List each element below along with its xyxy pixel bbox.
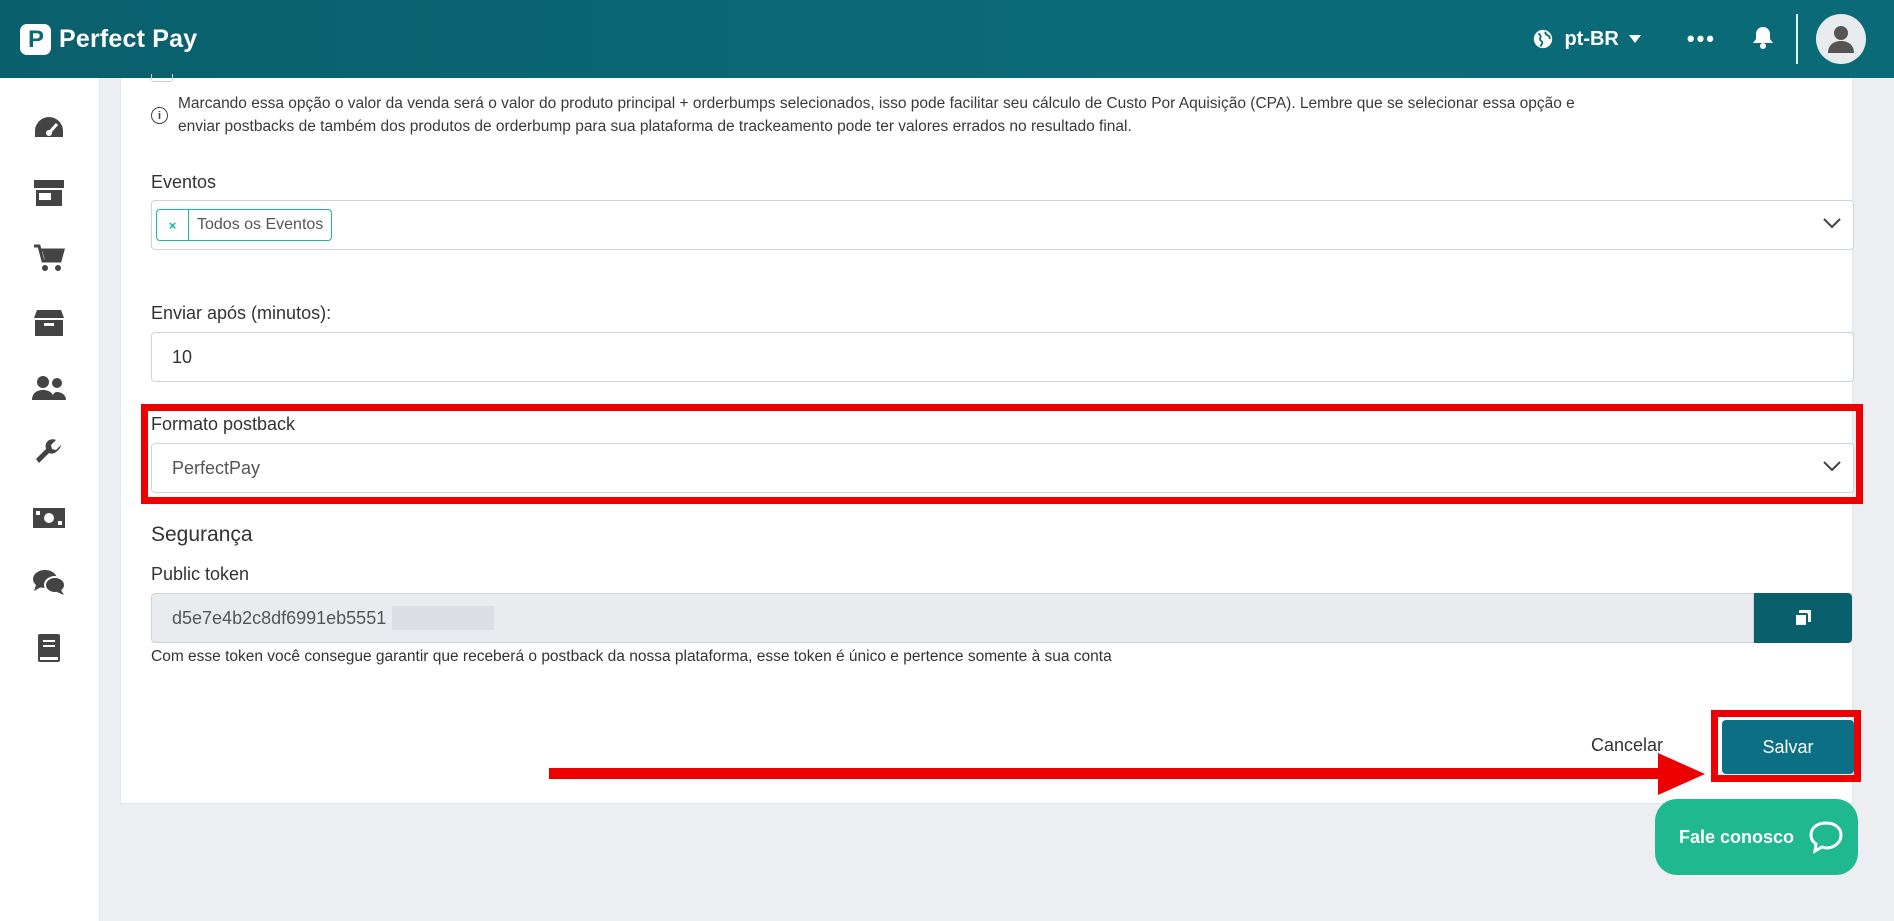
globe-icon [1534,29,1553,49]
annotation-arrow-head [1658,753,1705,795]
cart-icon[interactable] [32,241,66,275]
events-select[interactable]: × Todos os Eventos [151,200,1854,250]
money-icon[interactable] [32,501,66,535]
events-label: Eventos [151,172,217,192]
copy-token-button[interactable] [1754,593,1852,643]
sum-orderbumps-checkbox[interactable] [151,74,173,82]
caret-down-icon [1628,35,1641,43]
delay-label: Enviar após (minutos): [151,303,332,323]
copy-icon [1794,610,1811,627]
more-options-icon[interactable]: ••• [1687,26,1716,52]
header-divider [1796,14,1798,64]
language-code: pt-BR [1564,27,1619,50]
book-icon[interactable] [32,631,66,665]
sidebar [0,78,100,921]
cancel-button[interactable]: Cancelar [1591,735,1663,756]
language-selector[interactable]: pt-BR [1532,28,1650,51]
users-icon[interactable] [32,371,66,405]
user-avatar[interactable] [1816,14,1866,64]
support-label: Fale conosco [1679,826,1795,847]
orderbump-info: i Marcando essa opção o valor da venda s… [151,92,1581,138]
annotation-arrow-line [549,768,1659,779]
logo-mark-icon: P [20,23,51,55]
store-icon[interactable] [32,176,66,210]
public-token-field: d5e7e4b2c8df6991eb5551 [151,593,1754,643]
support-chat-button[interactable]: Fale conosco [1655,799,1858,875]
dashboard-icon[interactable] [32,111,66,145]
delay-minutes-value: 10 [172,347,193,367]
top-navbar: P Perfect Pay pt-BR ••• [0,0,1894,78]
security-section-title: Segurança [151,523,253,546]
event-tag-label: Todos os Eventos [197,216,324,233]
chat-bubble-icon [1809,821,1843,854]
delay-minutes-input[interactable]: 10 [151,332,1854,382]
brand-name: Perfect Pay [59,24,198,53]
token-redaction [392,606,494,630]
public-token-value: d5e7e4b2c8df6991eb5551 [172,608,387,628]
user-icon [1828,26,1854,53]
public-token-label: Public token [151,564,250,584]
wrench-icon[interactable] [32,436,66,470]
notifications-bell-icon[interactable] [1752,25,1774,54]
save-highlight-box [1711,710,1861,782]
remove-tag-icon[interactable]: × [157,210,189,240]
public-token-help: Com esse token você consegue garantir qu… [151,648,1112,665]
event-tag: × Todos os Eventos [156,209,333,241]
box-icon[interactable] [32,306,66,340]
orderbump-info-text: Marcando essa opção o valor da venda ser… [178,95,1575,135]
chevron-down-icon[interactable] [1823,217,1841,229]
brand-logo[interactable]: P Perfect Pay [20,23,198,55]
chat-icon[interactable] [32,566,66,600]
info-icon: i [151,107,168,124]
format-highlight-box [141,404,1863,504]
